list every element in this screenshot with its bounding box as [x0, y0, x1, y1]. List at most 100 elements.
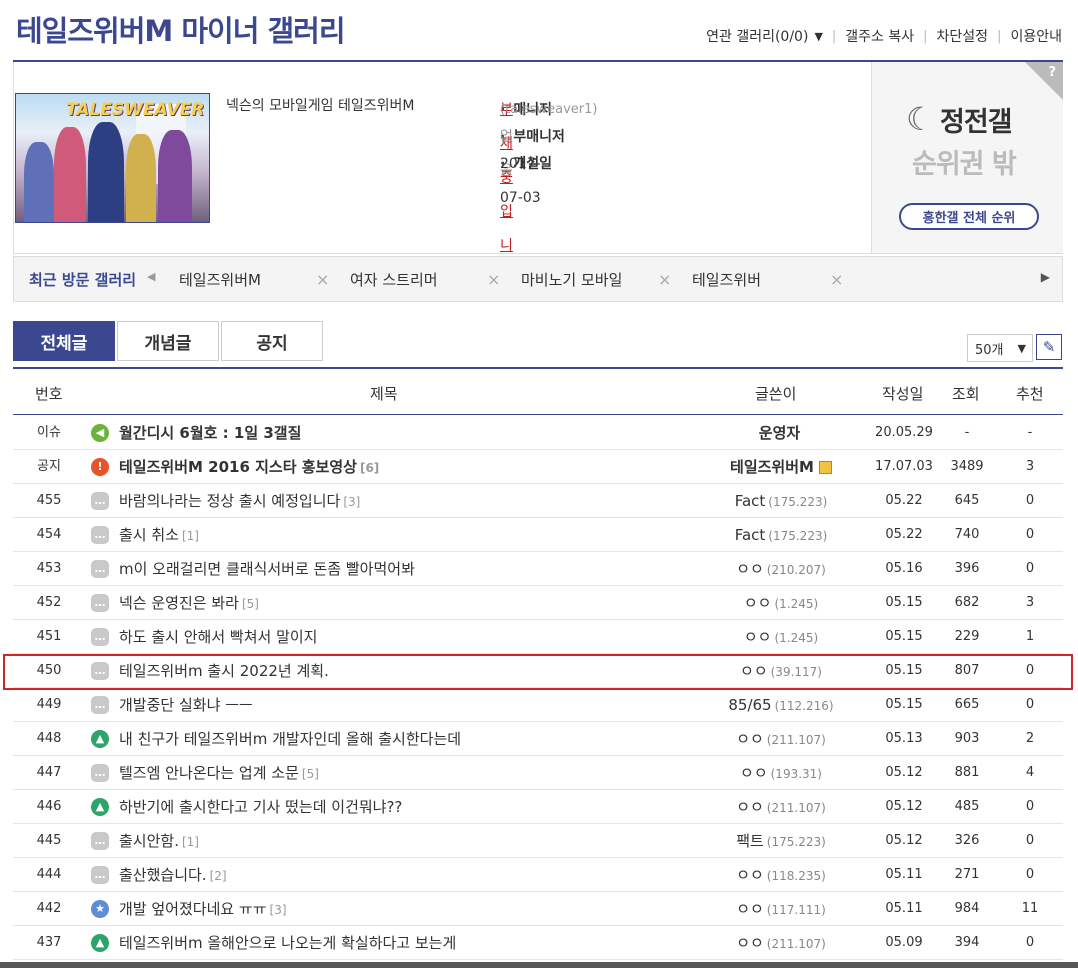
- writer-ip: (117.111): [766, 903, 826, 917]
- usage-guide-link[interactable]: 이용안내: [1010, 26, 1062, 46]
- post-number: 454: [36, 527, 62, 542]
- post-title-link[interactable]: 개발 엎어졌다네요 ㅠㅠ: [119, 900, 267, 918]
- table-row[interactable]: 451 … 하도 출시 안해서 빡쳐서 말이지 ㅇㅇ (1.245) 05.15 229 1: [13, 620, 1063, 654]
- col-title: 제목: [370, 385, 398, 403]
- table-row[interactable]: 446 ▲ 하반기에 출시한다고 기사 떴는데 이건뭐냐?? ㅇㅇ (211.107) 0…: [13, 790, 1063, 824]
- table-row[interactable]: 448 ▲ 내 친구가 테일즈위버m 개발자인데 올해 출시한다는데 ㅇㅇ (211.1…: [13, 722, 1063, 756]
- recent-item[interactable]: 테일즈위버: [692, 269, 761, 290]
- thumbnail-character: [54, 127, 86, 222]
- post-title-link[interactable]: 넥슨 운영진은 봐라: [119, 594, 239, 612]
- close-icon[interactable]: ×: [316, 270, 329, 289]
- post-date: 05.12: [885, 833, 923, 848]
- table-row[interactable]: 453 … m이 오래걸리면 클래식서버로 돈좀 빨아먹어봐 ㅇㅇ (210.207) 0…: [13, 552, 1063, 586]
- writer-name[interactable]: ㅇㅇ: [744, 628, 772, 646]
- table-row[interactable]: 454… 출시 취소 [1] Fact (175.223) 05.22 740 0: [13, 518, 1063, 552]
- related-gallery-button[interactable]: 연관 갤러리(0/0): [706, 26, 808, 46]
- writer-ip: (211.107): [766, 733, 826, 747]
- table-row[interactable]: 450 … 테일즈위버m 출시 2022년 계획. ㅇㅇ (39.117) 05.15 80…: [13, 654, 1063, 688]
- post-title-link[interactable]: 출산했습니다.: [119, 866, 207, 884]
- reply-count[interactable]: [1]: [182, 835, 199, 849]
- block-settings-link[interactable]: 차단설정: [937, 26, 989, 46]
- writer-name[interactable]: ㅇㅇ: [744, 594, 772, 612]
- recent-item[interactable]: 마비노기 모바일: [521, 269, 622, 290]
- close-icon[interactable]: ×: [487, 270, 500, 289]
- post-writer-cell: 팩트 (175.223): [681, 824, 881, 858]
- writer-name[interactable]: ㅇㅇ: [736, 798, 764, 816]
- writer-name[interactable]: 테일즈위버M: [730, 458, 814, 476]
- per-page-select[interactable]: 50개 ▼: [967, 334, 1033, 362]
- writer-name[interactable]: 85/65: [728, 696, 771, 714]
- help-corner[interactable]: [1025, 62, 1063, 100]
- writer-name[interactable]: ㅇㅇ: [736, 730, 764, 748]
- writer-name[interactable]: ㅇㅇ: [736, 866, 764, 884]
- copy-address-link[interactable]: 갤주소 복사: [845, 26, 914, 46]
- writer-name[interactable]: Fact: [735, 526, 766, 544]
- reply-count[interactable]: [6]: [360, 461, 379, 475]
- post-title-link[interactable]: 테일즈위버m 출시 2022년 계획.: [119, 662, 329, 680]
- arrow-right-icon[interactable]: ▶: [1041, 270, 1050, 284]
- table-row[interactable]: 455… 바람의나라는 정상 출시 예정입니다 [3] Fact (175.223) 05…: [13, 484, 1063, 518]
- post-title-link[interactable]: 출시 취소: [119, 526, 179, 544]
- col-recommend: 추천: [1016, 385, 1044, 403]
- reply-count[interactable]: [1]: [182, 529, 199, 543]
- post-title-link[interactable]: 바람의나라는 정상 출시 예정입니다: [119, 492, 340, 510]
- writer-name[interactable]: 운영자: [759, 424, 800, 442]
- table-header: 번호 제목 글쓴이 작성일 조회 추천: [13, 369, 1063, 415]
- table-row[interactable]: 449 … 개발중단 실화냐 ㅡㅡ 85/65 (112.216) 05.15 665 0: [13, 688, 1063, 722]
- post-writer-cell: ㅇㅇ (1.245): [681, 620, 881, 654]
- post-title-link[interactable]: m이 오래걸리면 클래식서버로 돈좀 빨아먹어봐: [119, 560, 415, 578]
- table-row[interactable]: 444… 출산했습니다. [2] ㅇㅇ (118.235) 05.11 271 0: [13, 858, 1063, 892]
- close-icon[interactable]: ×: [830, 270, 843, 289]
- table-row[interactable]: 이슈 ◀ 월간디시 6월호 : 1일 3갤질 운영자 20.05.29 - -: [13, 416, 1063, 450]
- reply-count[interactable]: [3]: [343, 495, 360, 509]
- full-ranking-button[interactable]: 흥한갤 전체 순위: [899, 203, 1039, 230]
- table-row[interactable]: 452… 넥슨 운영진은 봐라 [5] ㅇㅇ (1.245) 05.15 682 3: [13, 586, 1063, 620]
- writer-name[interactable]: ㅇㅇ: [736, 900, 764, 918]
- write-pencil-icon[interactable]: ✎: [1036, 334, 1062, 360]
- post-title-link[interactable]: 내 친구가 테일즈위버m 개발자인데 올해 출시한다는데: [119, 730, 461, 748]
- gallery-title[interactable]: 테일즈위버M 마이너 갤러리: [16, 8, 346, 50]
- post-title-link[interactable]: 하도 출시 안해서 빡쳐서 말이지: [119, 628, 317, 646]
- tab-all-posts[interactable]: 전체글: [13, 321, 115, 361]
- post-title-link[interactable]: 하반기에 출시한다고 기사 떴는데 이건뭐냐??: [119, 798, 402, 816]
- post-title-cell: 하도 출시 안해서 빡쳐서 말이지: [119, 620, 679, 654]
- chat-icon: …: [91, 594, 109, 612]
- post-title-link[interactable]: 출시안함.: [119, 832, 179, 850]
- table-row[interactable]: 공지! 테일즈위버M 2016 지스타 홍보영상 [6] 테일즈위버M 17.07.03…: [13, 450, 1063, 484]
- post-views: 3489: [950, 459, 984, 474]
- recent-item[interactable]: 테일즈위버M: [179, 269, 261, 290]
- post-number: 449: [36, 697, 62, 712]
- writer-name[interactable]: ㅇㅇ: [740, 764, 768, 782]
- table-row[interactable]: 445… 출시안함. [1] 팩트 (175.223) 05.12 326 0: [13, 824, 1063, 858]
- chat-icon: …: [91, 492, 109, 510]
- caret-down-icon[interactable]: ▼: [814, 30, 822, 43]
- post-views: 271: [954, 867, 980, 882]
- close-icon[interactable]: ×: [658, 270, 671, 289]
- post-number: 442: [36, 901, 62, 916]
- table-row[interactable]: 447… 텔즈엠 안나온다는 업계 소문 [5] ㅇㅇ (193.31) 05.12 881…: [13, 756, 1063, 790]
- writer-name[interactable]: ㅇㅇ: [736, 934, 764, 952]
- writer-name[interactable]: Fact: [735, 492, 766, 510]
- post-writer-cell: 테일즈위버M: [681, 450, 881, 484]
- tab-notice[interactable]: 공지: [221, 321, 323, 361]
- post-title-link[interactable]: 테일즈위버M 2016 지스타 홍보영상: [119, 458, 357, 476]
- post-title-link[interactable]: 월간디시 6월호 : 1일 3갤질: [119, 424, 301, 442]
- writer-name[interactable]: 팩트: [736, 832, 764, 850]
- reply-count[interactable]: [5]: [242, 597, 259, 611]
- post-title-link[interactable]: 테일즈위버m 올해안으로 나오는게 확실하다고 보는게: [119, 934, 456, 952]
- post-recommend: 3: [1025, 459, 1035, 474]
- reply-count[interactable]: [2]: [210, 869, 227, 883]
- writer-name[interactable]: ㅇㅇ: [740, 662, 768, 680]
- table-row[interactable]: 442 ★ 개발 엎어졌다네요 ㅠㅠ [3] ㅇㅇ (117.111) 05.11 984 11: [13, 892, 1063, 926]
- writer-name[interactable]: ㅇㅇ: [736, 560, 764, 578]
- post-title-link[interactable]: 텔즈엠 안나온다는 업계 소문: [119, 764, 299, 782]
- tab-concept-posts[interactable]: 개념글: [117, 321, 219, 361]
- table-row[interactable]: 437 ▲ 테일즈위버m 올해안으로 나오는게 확실하다고 보는게 ㅇㅇ (211.10…: [13, 926, 1063, 960]
- post-title-link[interactable]: 개발중단 실화냐 ㅡㅡ: [119, 696, 253, 714]
- reply-count[interactable]: [3]: [270, 903, 287, 917]
- recent-item[interactable]: 여자 스트리머: [350, 269, 438, 290]
- chat-icon: …: [91, 866, 109, 884]
- reply-count[interactable]: [5]: [302, 767, 319, 781]
- help-icon[interactable]: ?: [1048, 65, 1056, 80]
- arrow-left-icon[interactable]: ◀: [147, 270, 155, 283]
